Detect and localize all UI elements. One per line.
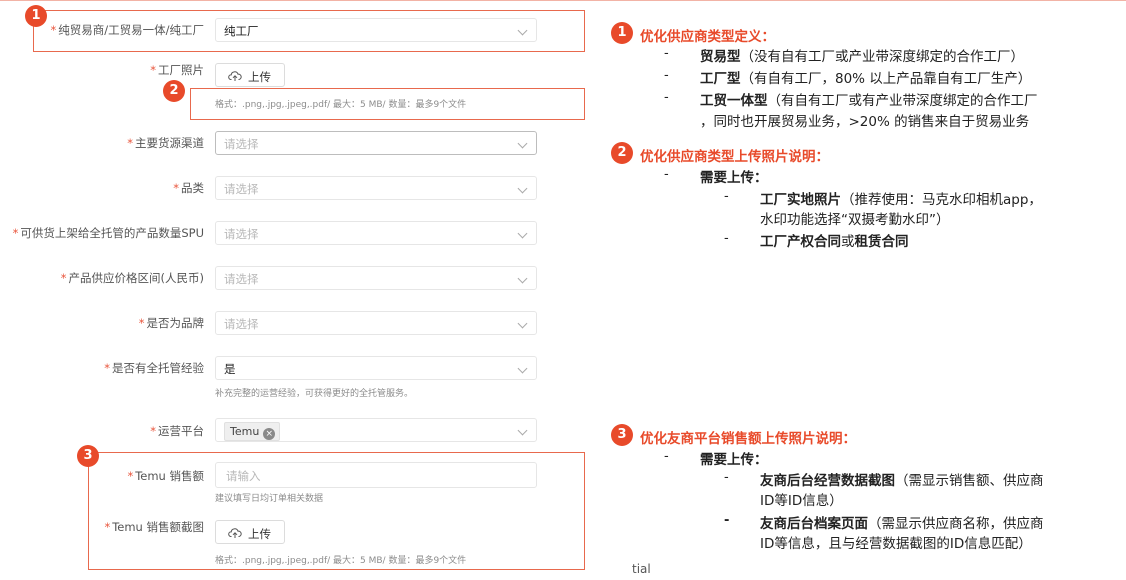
note-badge-1: 1 bbox=[611, 22, 633, 44]
note-2-sub-1: 工厂实地照片（推荐使用：马克水印相机app， bbox=[760, 192, 1042, 208]
spu-count-label: * 可供货上架给全托管的产品数量SPU bbox=[12, 226, 204, 240]
temu-sales-hint: 建议填写日均订单相关数据 bbox=[215, 494, 324, 504]
cloud-upload-icon bbox=[228, 71, 242, 81]
managed-experience-hint: 补充完整的运营经验，可获得更好的全托管服务。 bbox=[215, 389, 414, 399]
chevron-down-icon bbox=[517, 273, 528, 284]
note-1-item-3-cont: ，同时也开展贸易业务，>20% 的销售来自于贸易业务 bbox=[700, 114, 1030, 130]
note-2-sub-1-cont: 水印功能选择“双摄考勤水印”） bbox=[760, 212, 950, 228]
category-label: * 品类 bbox=[173, 181, 204, 195]
note-2-sub-2: 工厂产权合同或租赁合同 bbox=[760, 234, 909, 250]
list-dash: - bbox=[664, 449, 669, 464]
temu-sales-input[interactable]: 请输入 bbox=[215, 462, 537, 488]
price-range-select[interactable]: 请选择 bbox=[215, 266, 537, 290]
note-3-sub-2-cont: ID等信息，且与经营数据截图的ID信息匹配） bbox=[760, 536, 1032, 552]
chevron-down-icon bbox=[517, 183, 528, 194]
managed-experience-label: * 是否有全托管经验 bbox=[104, 361, 204, 375]
list-dash: - bbox=[724, 189, 729, 204]
platform-multiselect[interactable]: Temu × bbox=[215, 418, 537, 442]
spu-count-select[interactable]: 请选择 bbox=[215, 221, 537, 245]
list-dash: - bbox=[724, 513, 730, 528]
temu-sales-screenshot-label: * Temu 销售额截图 bbox=[104, 520, 204, 534]
price-range-label: * 产品供应价格区间(人民币) bbox=[60, 271, 204, 285]
category-select[interactable]: 请选择 bbox=[215, 176, 537, 200]
note-2-title: 优化供应商类型上传照片说明： bbox=[640, 149, 829, 165]
list-dash: - bbox=[724, 231, 729, 246]
badge-1: 1 bbox=[25, 5, 47, 27]
cloud-upload-icon bbox=[228, 528, 242, 538]
note-1-item-1: 贸易型（没有自有工厂或产业带深度绑定的合作工厂） bbox=[700, 49, 1024, 65]
chevron-down-icon bbox=[517, 25, 528, 36]
temu-screenshot-upload-button[interactable]: 上传 bbox=[215, 520, 285, 544]
top-divider bbox=[0, 0, 1126, 1]
list-dash: - bbox=[724, 470, 729, 485]
list-dash: - bbox=[664, 46, 669, 61]
chevron-down-icon bbox=[517, 138, 528, 149]
factory-photo-label: * 工厂照片 bbox=[150, 63, 204, 77]
platform-label: * 运营平台 bbox=[150, 424, 204, 438]
list-dash: - bbox=[664, 90, 669, 105]
factory-photo-hint: 格式：.png,.jpg,.jpeg,.pdf/ 最大：5 MB/ 数量：最多9… bbox=[215, 100, 467, 110]
badge-2: 2 bbox=[163, 80, 185, 102]
chevron-down-icon bbox=[517, 318, 528, 329]
source-channel-label: * 主要货源渠道 bbox=[127, 136, 204, 150]
chevron-down-icon bbox=[517, 228, 528, 239]
note-3-sub-1: 友商后台经营数据截图（需显示销售额、供应商 bbox=[760, 473, 1044, 489]
supplier-type-select[interactable]: 纯工厂 bbox=[215, 18, 537, 42]
note-3-sub-2: 友商后台档案页面（需显示供应商名称，供应商 bbox=[760, 516, 1044, 532]
footer-text: tial bbox=[632, 562, 651, 576]
note-2-need: 需要上传： bbox=[700, 170, 768, 186]
list-dash: - bbox=[664, 68, 669, 83]
badge-3: 3 bbox=[77, 445, 99, 467]
chevron-down-icon bbox=[517, 363, 528, 374]
note-3-sub-1-cont: ID等ID信息） bbox=[760, 493, 843, 509]
required-mark: * bbox=[50, 23, 57, 37]
tag-close-icon[interactable]: × bbox=[263, 428, 276, 440]
platform-tag-temu: Temu × bbox=[224, 422, 281, 441]
chevron-down-icon bbox=[517, 425, 528, 436]
note-1-item-3: 工贸一体型（有自有工厂或有产业带深度绑定的合作工厂 bbox=[700, 93, 1038, 109]
note-badge-2: 2 bbox=[611, 142, 633, 164]
note-1-item-2: 工厂型（有自有工厂，80% 以上产品靠自有工厂生产） bbox=[700, 71, 1032, 87]
temu-screenshot-hint: 格式：.png,.jpg,.jpeg,.pdf/ 最大：5 MB/ 数量：最多9… bbox=[215, 556, 467, 566]
note-3-title: 优化友商平台销售额上传照片说明： bbox=[640, 431, 856, 447]
selected-value: 纯工厂 bbox=[224, 24, 259, 38]
note-1-title: 优化供应商类型定义： bbox=[640, 29, 775, 45]
note-3-need: 需要上传： bbox=[700, 452, 768, 468]
list-dash: - bbox=[664, 167, 669, 182]
source-channel-select[interactable]: 请选择 bbox=[215, 131, 537, 155]
note-badge-3: 3 bbox=[611, 424, 633, 446]
factory-photo-upload-button[interactable]: 上传 bbox=[215, 63, 285, 87]
supplier-type-label: * 纯贸易商/工贸易一体/纯工厂 bbox=[50, 23, 205, 37]
managed-experience-select[interactable]: 是 bbox=[215, 356, 537, 380]
is-brand-select[interactable]: 请选择 bbox=[215, 311, 537, 335]
is-brand-label: * 是否为品牌 bbox=[138, 316, 204, 330]
temu-sales-label: * Temu 销售额 bbox=[127, 469, 204, 483]
